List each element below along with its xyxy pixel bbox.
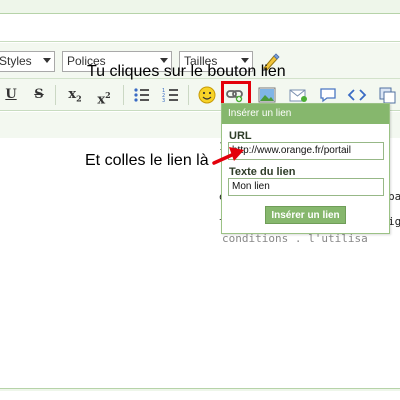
toolbar-divider [55,85,56,105]
numbered-list-icon[interactable]: 1 2 3 [160,85,182,105]
mail-icon[interactable] [287,85,309,105]
chevron-down-icon [43,58,51,63]
speech-bubble-icon[interactable] [317,85,339,105]
toolbar-divider [123,85,124,105]
red-arrow-icon [212,147,244,165]
link-text-field[interactable]: Mon lien [228,178,384,196]
bullet-list-icon[interactable] [131,85,153,105]
svg-text:3: 3 [162,98,165,104]
strikethrough-button[interactable]: S [28,85,50,105]
image-icon[interactable] [256,85,278,105]
styles-select[interactable]: Styles [0,51,55,72]
underline-button[interactable]: U [0,85,22,105]
superscript-button[interactable]: x2 [93,85,115,108]
toolbar-divider [188,85,189,105]
styles-select-value: Styles [0,54,32,68]
code-icon[interactable] [346,85,368,105]
insert-link-dialog: Insérer un lien URL http://www.orange.fr… [221,103,390,234]
subscript-letter: x [68,87,77,102]
url-field[interactable]: http://www.orange.fr/portail [228,142,384,160]
dialog-title: Insérer un lien [222,104,389,124]
subscript-digit: 2 [76,93,82,104]
smiley-icon[interactable] [196,85,218,105]
bottom-border [0,388,400,391]
insert-link-button[interactable]: Insérer un lien [265,206,346,224]
url-label: URL [229,130,252,142]
header-strip [0,14,400,42]
subscript-button[interactable]: x2 [64,85,86,105]
top-band [0,0,400,14]
instruction-paste-link: Et colles le lien là [85,152,209,169]
superscript-letter: x [97,92,106,108]
copy-icon[interactable] [376,85,398,105]
instruction-click-link: Tu cliques sur le bouton lien [87,63,286,80]
superscript-digit: 2 [105,90,111,100]
editor-page: Styles Polices Tailles U S x2 x2 1 2 3 b… [0,0,400,400]
